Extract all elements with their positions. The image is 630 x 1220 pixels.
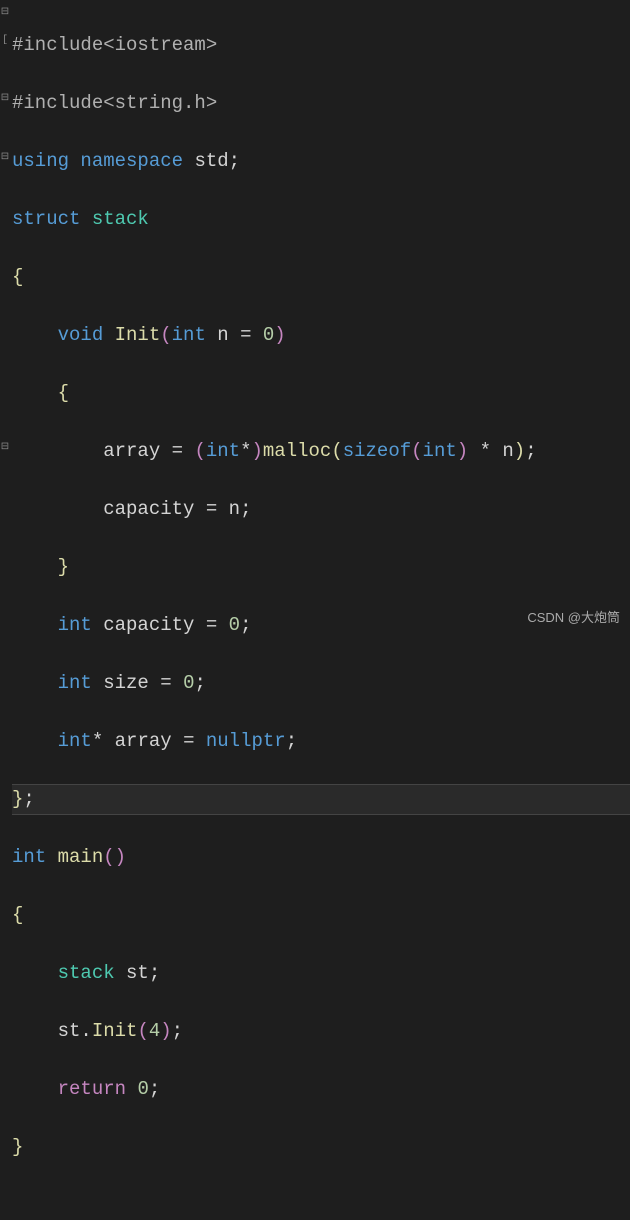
code-line: int size = 0; <box>12 669 630 698</box>
code-line: #include<iostream> <box>12 31 630 60</box>
code-line: using namespace std; <box>12 147 630 176</box>
code-line: { <box>12 263 630 292</box>
code-line: int main() <box>12 843 630 872</box>
fold-icon[interactable]: ⊟ <box>0 443 10 453</box>
code-line: stack st; <box>12 959 630 988</box>
code-line-active: }; <box>12 784 630 815</box>
code-line: struct stack <box>12 205 630 234</box>
code-line: } <box>12 553 630 582</box>
fold-icon[interactable]: [ <box>0 36 10 46</box>
code-line: { <box>12 901 630 930</box>
code-line: array = (int*)malloc(sizeof(int) * n); <box>12 437 630 466</box>
code-line: void Init(int n = 0) <box>12 321 630 350</box>
code-line: return 0; <box>12 1075 630 1104</box>
code-line: { <box>12 379 630 408</box>
code-line: #include<string.h> <box>12 89 630 118</box>
watermark-text: CSDN @大炮筒 <box>527 607 620 626</box>
code-editor: ⊟ [ ⊟ ⊟ ⊟ #include<iostream> #include<st… <box>0 0 630 632</box>
code-line: st.Init(4); <box>12 1017 630 1046</box>
code-area[interactable]: #include<iostream> #include<string.h> us… <box>12 0 630 632</box>
code-line: int* array = nullptr; <box>12 727 630 756</box>
fold-icon[interactable]: ⊟ <box>0 153 10 163</box>
fold-gutter: ⊟ [ ⊟ ⊟ ⊟ <box>0 0 12 632</box>
code-line: capacity = n; <box>12 495 630 524</box>
code-line: } <box>12 1133 630 1162</box>
fold-icon[interactable]: ⊟ <box>0 8 10 18</box>
fold-icon[interactable]: ⊟ <box>0 94 10 104</box>
